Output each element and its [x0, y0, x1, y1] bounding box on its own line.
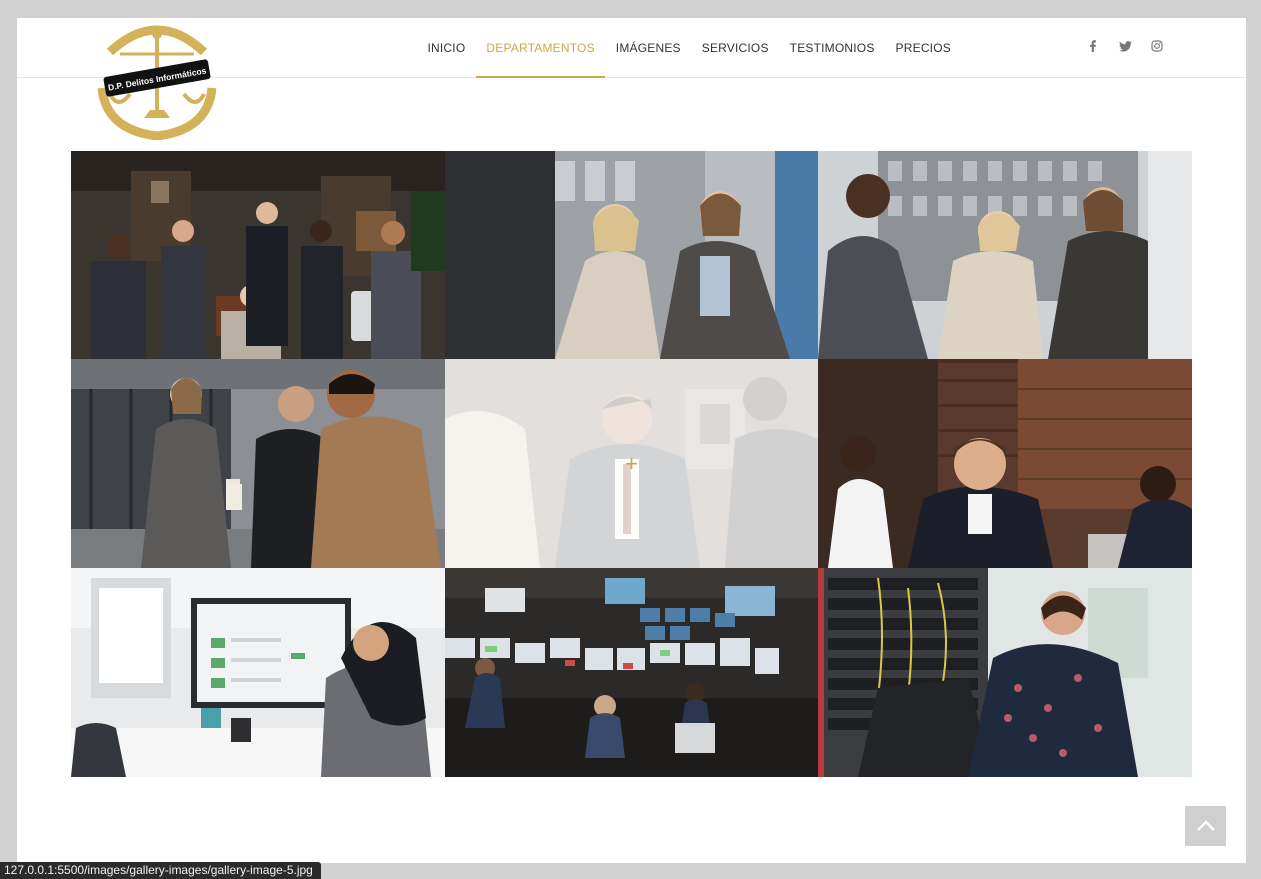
nav-item-departamentos[interactable]: DEPARTAMENTOS [475, 18, 606, 78]
gallery-image-4[interactable] [71, 359, 445, 568]
gallery-image-9[interactable] [818, 568, 1192, 777]
nav-item-testimonios[interactable]: TESTIMONIOS [779, 18, 885, 77]
social-links [1085, 37, 1165, 55]
gallery-image-2[interactable] [445, 151, 818, 359]
page: INICIO DEPARTAMENTOS IMÁGENES SERVICIOS … [17, 18, 1246, 863]
gallery-image-7[interactable] [71, 568, 445, 777]
brand-logo[interactable]: D.P. Delitos Informáticos [90, 18, 224, 141]
nav-item-inicio[interactable]: INICIO [417, 18, 476, 77]
gallery-image-1[interactable] [71, 151, 445, 359]
back-to-top-button[interactable] [1185, 806, 1226, 846]
zoom-plus-icon[interactable]: + [625, 452, 638, 475]
gallery-image-5[interactable]: + [445, 359, 818, 568]
nav-item-servicios[interactable]: SERVICIOS [691, 18, 779, 77]
gallery-image-8[interactable] [445, 568, 818, 777]
nav-item-imagenes[interactable]: IMÁGENES [605, 18, 691, 77]
instagram-icon[interactable] [1149, 37, 1165, 55]
main-nav: INICIO DEPARTAMENTOS IMÁGENES SERVICIOS … [417, 18, 961, 78]
nav-item-precios[interactable]: PRECIOS [885, 18, 961, 77]
gallery-image-6[interactable] [818, 359, 1192, 568]
image-gallery: + [71, 151, 1192, 777]
gallery-image-3[interactable] [818, 151, 1192, 359]
twitter-icon[interactable] [1117, 37, 1133, 55]
chevron-up-icon [1196, 820, 1215, 831]
facebook-icon[interactable] [1085, 37, 1101, 55]
browser-status-bar: 127.0.0.1:5500/images/gallery-images/gal… [0, 862, 321, 879]
